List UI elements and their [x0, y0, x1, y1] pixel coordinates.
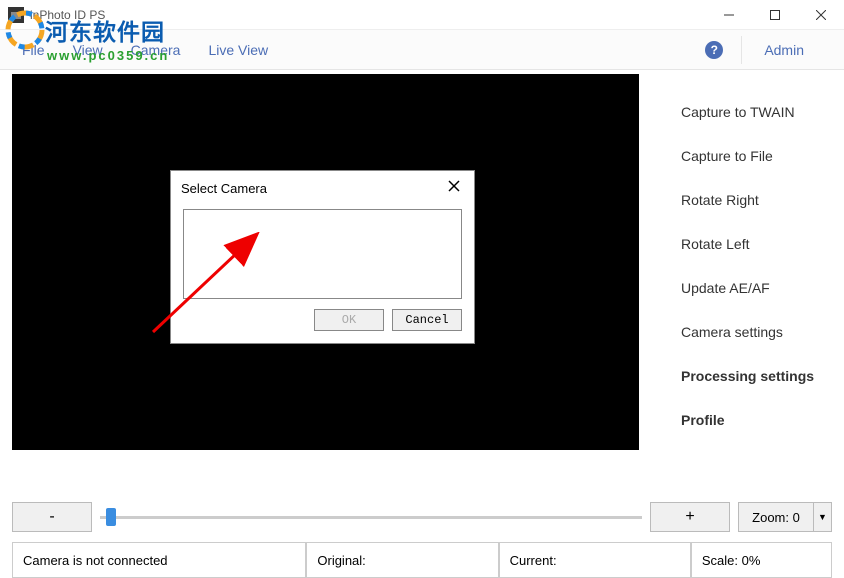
sidebar-camera-settings[interactable]: Camera settings	[681, 310, 832, 354]
menu-live-view[interactable]: Live View	[194, 36, 282, 64]
minimize-button[interactable]	[706, 0, 752, 30]
status-scale: Scale: 0%	[691, 543, 832, 578]
help-icon[interactable]: ?	[705, 41, 723, 59]
sidebar-rotate-right[interactable]: Rotate Right	[681, 178, 832, 222]
dialog-body: OK Cancel	[171, 205, 474, 343]
status-current: Current:	[499, 543, 691, 578]
app-icon	[8, 7, 24, 23]
window-controls	[706, 0, 844, 30]
zoom-in-button[interactable]: +	[650, 502, 730, 532]
menu-file[interactable]: File	[8, 36, 59, 64]
window-title: inPhoto ID PS	[30, 8, 706, 22]
sidebar-processing-settings[interactable]: Processing settings	[681, 354, 832, 398]
menubar: File View Camera Live View ? Admin	[0, 30, 844, 70]
sidebar-rotate-left[interactable]: Rotate Left	[681, 222, 832, 266]
dialog-title-text: Select Camera	[181, 181, 267, 196]
sidebar-profile[interactable]: Profile	[681, 398, 832, 442]
sidebar-capture-twain[interactable]: Capture to TWAIN	[681, 90, 832, 134]
dialog-buttons: OK Cancel	[183, 309, 462, 331]
menu-view[interactable]: View	[59, 36, 117, 64]
zoom-out-button[interactable]: -	[12, 502, 92, 532]
dialog-close-button[interactable]	[444, 179, 464, 197]
cancel-button[interactable]: Cancel	[392, 309, 462, 331]
zoom-controls: - + Zoom: 0 ▼	[0, 502, 844, 532]
zoom-dropdown-button[interactable]: ▼	[813, 503, 831, 531]
camera-list[interactable]	[183, 209, 462, 299]
sidebar-capture-file[interactable]: Capture to File	[681, 134, 832, 178]
admin-button[interactable]: Admin	[741, 36, 814, 64]
sidebar-update-ae-af[interactable]: Update AE/AF	[681, 266, 832, 310]
zoom-display: Zoom: 0 ▼	[738, 502, 832, 532]
titlebar: inPhoto ID PS	[0, 0, 844, 30]
zoom-slider-thumb[interactable]	[106, 508, 116, 526]
ok-button[interactable]: OK	[314, 309, 384, 331]
status-camera: Camera is not connected	[12, 543, 306, 578]
zoom-value: Zoom: 0	[739, 503, 813, 531]
close-button[interactable]	[798, 0, 844, 30]
maximize-button[interactable]	[752, 0, 798, 30]
sidebar: Capture to TWAIN Capture to File Rotate …	[653, 70, 844, 492]
statusbar: Camera is not connected Original: Curren…	[12, 542, 832, 578]
status-original: Original:	[306, 543, 498, 578]
menu-camera[interactable]: Camera	[117, 36, 195, 64]
dialog-titlebar: Select Camera	[171, 171, 474, 205]
zoom-slider[interactable]	[100, 502, 642, 532]
select-camera-dialog: Select Camera OK Cancel	[170, 170, 475, 344]
